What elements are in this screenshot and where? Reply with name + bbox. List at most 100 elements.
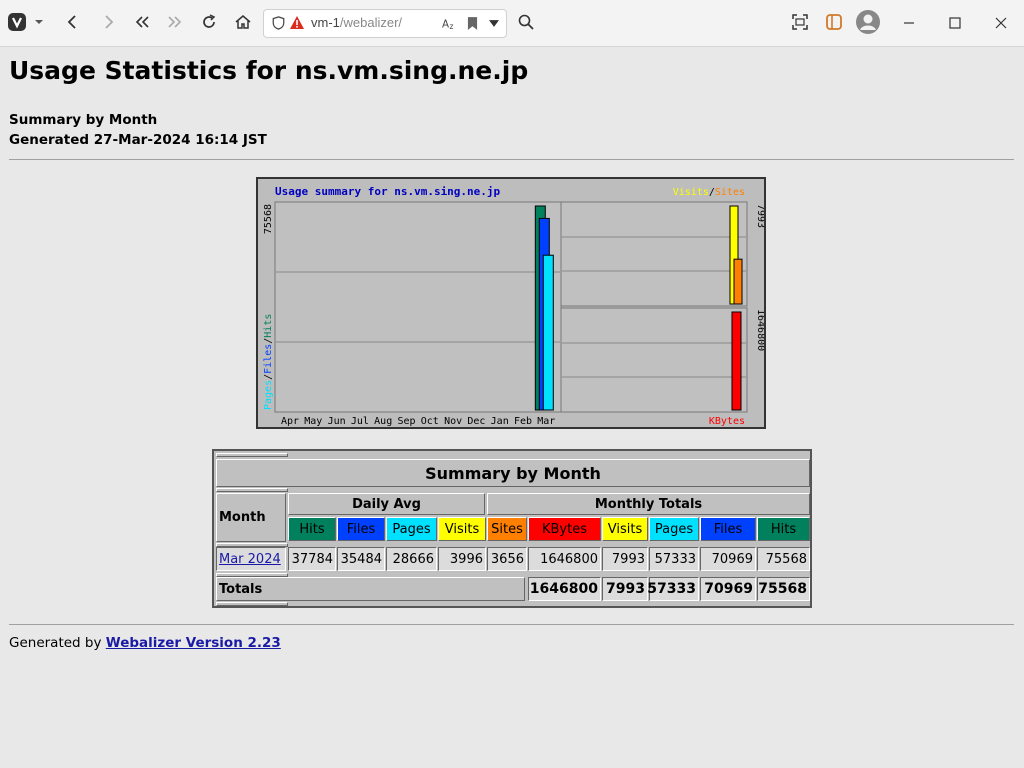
generated-date: Generated 27-Mar-2024 16:14 JST <box>9 132 267 148</box>
url-text: vm-1/webalizer/ <box>311 15 402 30</box>
x-tick-label: Feb <box>514 416 532 427</box>
x-axis-tick-labels: Apr May Jun Jul Aug Sep Oct Nov Dec Jan Feb Mar <box>281 416 555 427</box>
month-cell: Mar 2024 <box>216 547 286 571</box>
column-header-visits: Visits <box>602 517 648 541</box>
shield-icon <box>272 16 285 30</box>
column-header-kbytes: KBytes <box>528 517 601 541</box>
month-link[interactable]: Mar 2024 <box>219 552 281 567</box>
table-cell: 3656 <box>487 547 527 571</box>
double-chevron-right-icon <box>168 16 182 28</box>
table-cell: 3996 <box>438 547 486 571</box>
x-tick-label: Sep <box>397 416 415 427</box>
totals-label: Totals <box>216 577 525 601</box>
footer-prefix: Generated by <box>9 635 102 651</box>
vivaldi-logo-icon <box>8 13 43 31</box>
maximize-button[interactable] <box>935 8 975 38</box>
panel-icon <box>826 14 842 30</box>
maximize-icon <box>949 17 961 29</box>
arrow-right-icon <box>105 15 114 29</box>
x-tick-label: Jun <box>328 416 346 427</box>
column-header-hits: Hits <box>288 517 336 541</box>
page-content: Usage Statistics for ns.vm.sing.ne.jp Su… <box>0 47 1024 768</box>
totals-cell: 70969 <box>700 577 756 601</box>
warning-icon <box>290 16 304 29</box>
reload-icon <box>203 14 216 28</box>
webalizer-link[interactable]: Webalizer Version 2.23 <box>106 635 281 651</box>
monthly-totals-header: Monthly Totals <box>487 493 810 515</box>
usage-chart: Usage summary for ns.vm.sing.ne.jp Visit… <box>263 185 764 427</box>
x-tick-label: Nov <box>444 416 462 427</box>
forward-button[interactable] <box>94 8 122 36</box>
legend-text: Visits/Sites <box>673 187 745 198</box>
table-title: Summary by Month <box>216 459 810 487</box>
legend-part: Sites <box>715 187 745 198</box>
arrow-left-icon <box>67 15 76 29</box>
table-cell: 35484 <box>337 547 385 571</box>
double-chevron-left-icon <box>135 16 149 28</box>
bar-pages-mar <box>542 254 554 411</box>
x-tick-label: Jul <box>351 416 369 427</box>
x-tick-label: Oct <box>421 416 439 427</box>
table-spacer <box>216 602 288 606</box>
left-y-axis-label: Pages/Files/Hits <box>263 314 274 410</box>
browser-toolbar: vm-1/webalizer/ Az <box>0 0 1024 47</box>
divider-top <box>9 159 1014 160</box>
search-button[interactable] <box>512 8 540 36</box>
column-header-pages: Pages <box>386 517 437 541</box>
legend-part: Visits <box>673 187 709 198</box>
address-bar[interactable]: vm-1/webalizer/ Az <box>263 9 507 38</box>
table-spacer <box>216 453 288 457</box>
y-axis-label-text: Pages/Files/Hits <box>263 314 274 410</box>
translate-icon[interactable]: Az <box>442 16 457 31</box>
footer: Generated by Webalizer Version 2.23 <box>9 635 281 651</box>
profile-button[interactable] <box>853 7 883 37</box>
table-cell: 75568 <box>757 547 810 571</box>
url-path: /webalizer/ <box>339 15 403 30</box>
x-tick-label: Aug <box>374 416 392 427</box>
back-button[interactable] <box>59 8 87 36</box>
table-spacer <box>216 488 288 492</box>
totals-cell: 57333 <box>647 577 699 601</box>
column-header-files: Files <box>337 517 385 541</box>
y-axis-label-part: Files <box>263 344 274 374</box>
x-tick-label: Dec <box>467 416 485 427</box>
table-cell: 57333 <box>649 547 699 571</box>
rewind-button[interactable] <box>128 8 156 36</box>
close-button[interactable] <box>981 8 1021 38</box>
screenshot-icon <box>792 14 808 30</box>
search-icon <box>518 14 534 30</box>
totals-cell: 7993 <box>602 577 648 601</box>
table-cell: 70969 <box>700 547 756 571</box>
month-header: Month <box>216 493 286 542</box>
totals-cell: 75568 <box>757 577 810 601</box>
url-host: vm-1 <box>311 15 340 30</box>
bar-sites <box>733 258 743 305</box>
column-header-sites: Sites <box>487 517 527 541</box>
dropdown-caret-icon[interactable] <box>489 20 499 27</box>
capture-button[interactable] <box>786 8 814 36</box>
close-icon <box>995 17 1007 29</box>
visits-sites-legend: Visits/Sites <box>673 187 745 198</box>
fast-forward-button[interactable] <box>161 8 189 36</box>
minimize-button[interactable] <box>889 8 929 38</box>
x-tick-label: May <box>304 416 322 427</box>
minimize-icon <box>904 22 914 24</box>
x-tick-label: Jan <box>491 416 509 427</box>
column-header-files: Files <box>700 517 756 541</box>
reload-button[interactable] <box>195 8 223 36</box>
totals-cell: 1646800 <box>528 577 601 601</box>
column-header-pages: Pages <box>649 517 699 541</box>
y-axis-label-part: Hits <box>263 314 274 338</box>
right-top-ymax-label: 7993 <box>755 204 764 228</box>
home-icon <box>235 15 251 29</box>
x-tick-label: Mar <box>537 416 555 427</box>
page-title: Usage Statistics for ns.vm.sing.ne.jp <box>9 56 529 85</box>
kbytes-legend: KBytes <box>709 416 745 427</box>
bookmark-icon[interactable] <box>467 16 478 31</box>
page-subtitle: Summary by Month <box>9 112 158 128</box>
home-button[interactable] <box>229 8 257 36</box>
column-header-visits: Visits <box>438 517 486 541</box>
panel-toggle-button[interactable] <box>820 8 848 36</box>
table-cell: 7993 <box>602 547 648 571</box>
vivaldi-menu-button[interactable] <box>6 8 46 36</box>
